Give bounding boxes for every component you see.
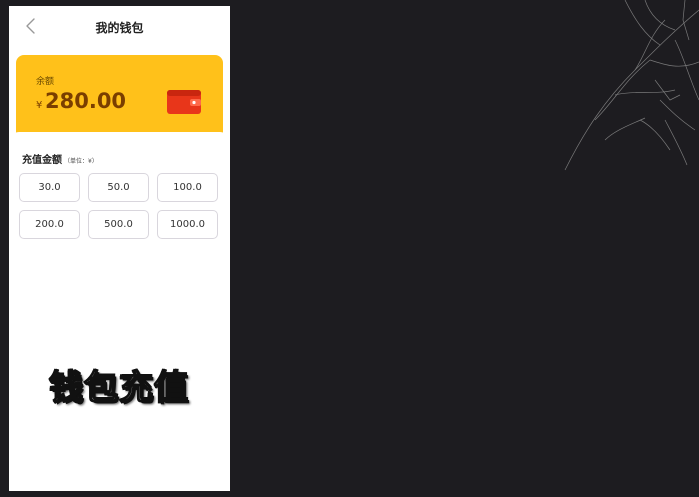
recharge-title: 充值金额 （单位：¥） [22, 151, 98, 166]
amount-option[interactable]: 100.0 [157, 173, 218, 202]
balance-label: 余额 [36, 77, 55, 87]
recharge-panel: 充值金额 （单位：¥） 30.0 50.0 100.0 200.0 500.0 1… [9, 132, 230, 491]
amount-option[interactable]: 200.0 [19, 210, 80, 239]
wallet-icon [167, 90, 201, 114]
nav-bar: 我的钱包 [9, 6, 230, 48]
page-title: 我的钱包 [95, 21, 144, 35]
recharge-title-text: 充值金额 [22, 155, 62, 166]
recharge-unit: （单位：¥） [64, 158, 98, 165]
amount-option[interactable]: 50.0 [88, 173, 149, 202]
balance-amount: 280.00 [45, 89, 127, 113]
video-caption: 钱包充值 [48, 367, 189, 409]
phone-screen: 我的钱包 余额 ¥ 280.00 充值金额 （单位：¥） 30.0 50.0 10… [9, 6, 230, 491]
amount-option[interactable]: 30.0 [19, 173, 80, 202]
currency-symbol: ¥ [36, 100, 43, 111]
tree-branches-decoration [564, 0, 699, 171]
amount-option[interactable]: 500.0 [88, 210, 149, 239]
amount-option[interactable]: 1000.0 [157, 210, 218, 239]
